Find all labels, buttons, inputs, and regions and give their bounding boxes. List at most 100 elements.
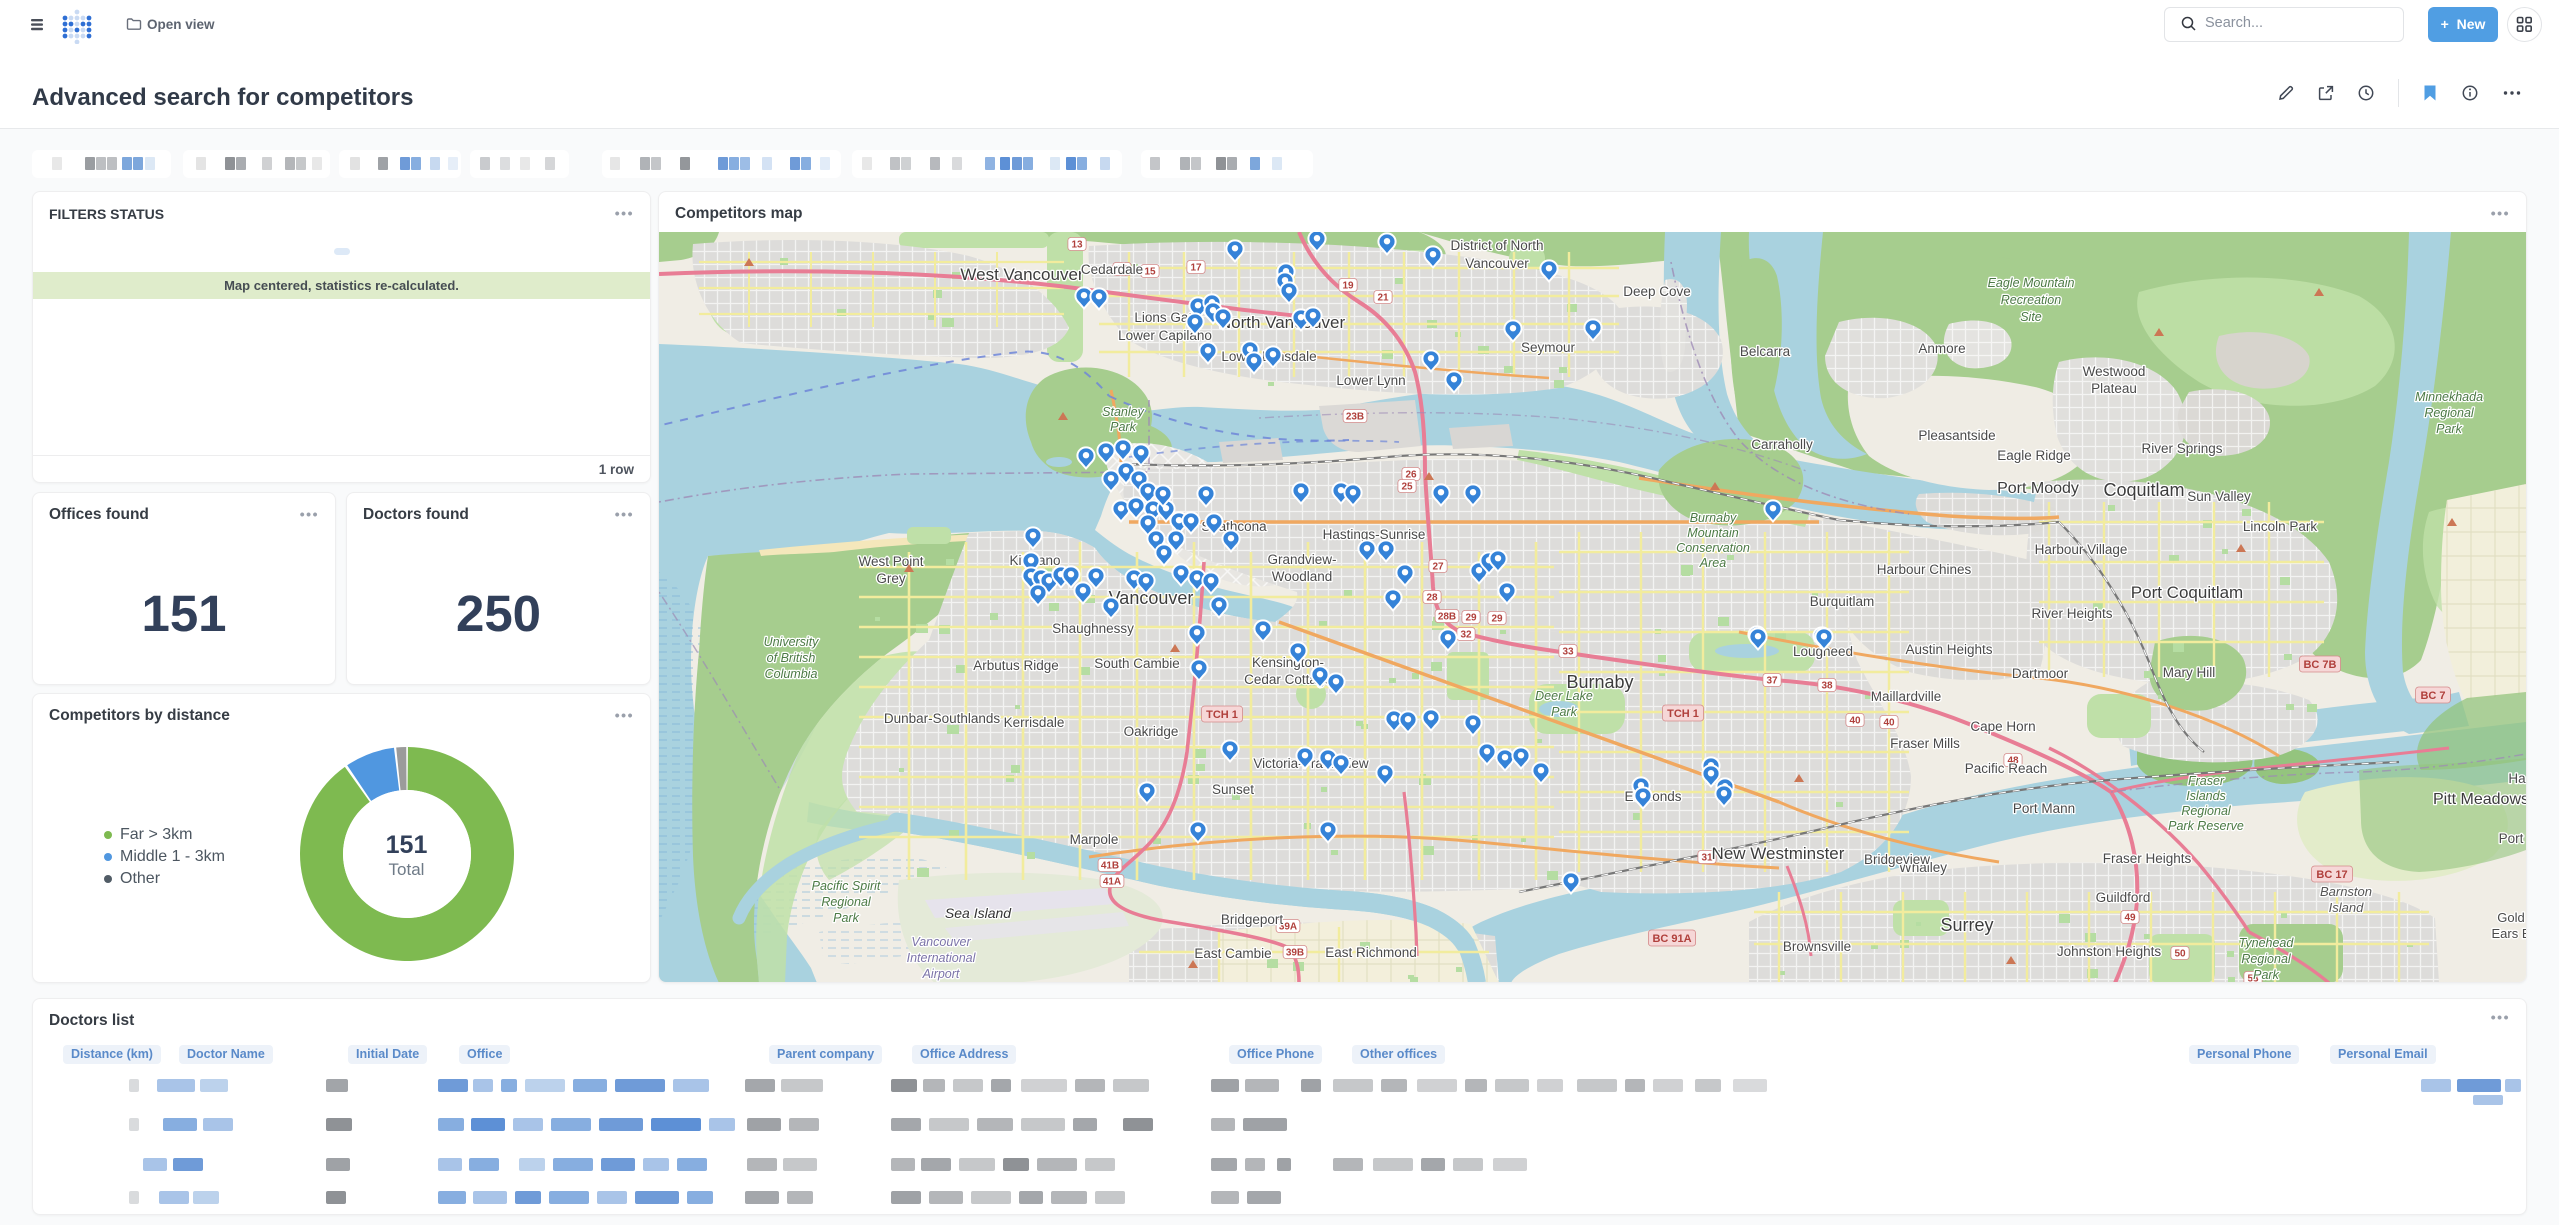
svg-text:Westwood: Westwood [2083,364,2146,379]
svg-text:Pacific Reach: Pacific Reach [1965,761,2048,776]
svg-text:26: 26 [1405,470,1417,481]
svg-text:Kerrisdale: Kerrisdale [1004,715,1065,730]
svg-text:Hastings-Sunrise: Hastings-Sunrise [1323,527,1426,542]
svg-text:BC 91A: BC 91A [1652,933,1691,945]
svg-text:Vancouver: Vancouver [911,935,971,949]
svg-text:Eagle Ridge: Eagle Ridge [1997,448,2071,463]
svg-text:Regional: Regional [2241,952,2292,966]
svg-text:District of North: District of North [1450,238,1543,253]
svg-text:32: 32 [1460,630,1472,641]
svg-text:Fraser Heights: Fraser Heights [2103,851,2192,866]
svg-text:Recreation: Recreation [2001,293,2061,307]
svg-text:Tynehead: Tynehead [2239,936,2295,950]
svg-text:Bridgeview: Bridgeview [1864,852,1930,867]
svg-text:Dunbar-Southlands: Dunbar-Southlands [884,711,1001,726]
svg-text:Harbour Chines: Harbour Chines [1877,562,1972,577]
svg-text:Ha: Ha [2508,771,2526,786]
svg-text:29: 29 [1465,613,1477,624]
svg-text:Deep Cove: Deep Cove [1623,284,1691,299]
svg-text:Islands: Islands [2186,789,2226,803]
svg-text:Seymour: Seymour [1521,340,1576,355]
svg-text:Shaughnessy: Shaughnessy [1052,621,1134,636]
svg-text:50: 50 [2174,949,2186,960]
svg-text:38: 38 [1821,681,1833,692]
svg-text:Park: Park [1551,705,1577,719]
svg-text:37: 37 [1766,676,1778,687]
svg-text:TCH 1: TCH 1 [1206,709,1238,721]
svg-text:49: 49 [2124,913,2136,924]
svg-text:Edmonds: Edmonds [1624,789,1681,804]
svg-text:29: 29 [1491,614,1503,625]
svg-text:Park: Park [1110,420,1136,434]
svg-text:Guildford: Guildford [2096,890,2151,905]
svg-text:Sunset: Sunset [1212,782,1254,797]
svg-text:40: 40 [1883,718,1895,729]
svg-text:Harbour Village: Harbour Village [2035,542,2128,557]
svg-text:Belcarra: Belcarra [1740,344,1791,359]
svg-text:19: 19 [1342,281,1354,292]
svg-text:Surrey: Surrey [1940,915,1993,935]
svg-text:South Cambie: South Cambie [1094,656,1180,671]
svg-text:Site: Site [2020,310,2042,324]
svg-text:TCH 1: TCH 1 [1667,708,1699,720]
svg-text:Conservation: Conservation [1676,541,1750,555]
svg-text:Stanley: Stanley [1102,405,1144,419]
svg-text:Park: Park [833,911,859,925]
svg-text:Gold: Gold [2497,910,2524,925]
svg-text:33: 33 [1562,647,1574,658]
svg-text:East Cambie: East Cambie [1194,946,1271,961]
svg-text:Port Mann: Port Mann [2013,801,2075,816]
svg-text:27: 27 [1432,562,1444,573]
svg-text:BC 17: BC 17 [2316,869,2347,881]
svg-text:Cape Horn: Cape Horn [1970,719,2035,734]
svg-text:Park: Park [2436,422,2462,436]
svg-text:Regional: Regional [2424,406,2475,420]
svg-text:Lincoln Park: Lincoln Park [2243,519,2318,534]
svg-text:Woodland: Woodland [1272,569,1333,584]
svg-text:Park Reserve: Park Reserve [2168,819,2244,833]
svg-text:Mary Hill: Mary Hill [2163,665,2216,680]
svg-text:41A: 41A [1103,877,1121,888]
svg-text:Park: Park [2253,968,2279,982]
svg-text:Burquitlam: Burquitlam [1810,594,1875,609]
svg-text:17: 17 [1190,263,1202,274]
svg-text:Arbutus Ridge: Arbutus Ridge [973,658,1059,673]
svg-text:Pacific Spirit: Pacific Spirit [812,879,881,893]
svg-text:Minnekhada: Minnekhada [2415,390,2483,404]
svg-text:of British: of British [767,651,816,665]
svg-text:Grandview-: Grandview- [1267,552,1336,567]
svg-text:Johnston Heights: Johnston Heights [2057,944,2162,959]
svg-text:23B: 23B [1346,412,1364,423]
svg-text:River Springs: River Springs [2141,441,2222,456]
svg-text:41B: 41B [1101,861,1119,872]
svg-text:BC 7: BC 7 [2420,690,2445,702]
svg-text:Eagle Mountain: Eagle Mountain [1988,276,2075,290]
svg-text:Dartmoor: Dartmoor [2012,666,2069,681]
svg-text:Anmore: Anmore [1918,341,1965,356]
svg-text:West Vancouver: West Vancouver [960,265,1083,284]
svg-text:Port Coquitlam: Port Coquitlam [2131,583,2243,602]
svg-text:Brownsville: Brownsville [1783,939,1851,954]
svg-text:West Point: West Point [858,554,923,569]
svg-text:Carraholly: Carraholly [1751,437,1813,452]
svg-text:28: 28 [1426,593,1438,604]
svg-text:Oakridge: Oakridge [1124,724,1179,739]
svg-text:Maillardville: Maillardville [1871,689,1942,704]
svg-text:Barnston: Barnston [2320,884,2372,899]
svg-text:25: 25 [1401,482,1413,493]
svg-text:Area: Area [1699,556,1726,570]
svg-text:Pleasantside: Pleasantside [1918,428,1995,443]
svg-text:BC 7B: BC 7B [2303,659,2336,671]
svg-text:28B: 28B [1438,612,1456,623]
svg-text:Lower Lynn: Lower Lynn [1336,373,1405,388]
svg-text:River Heights: River Heights [2031,606,2112,621]
svg-text:Sea Island: Sea Island [945,905,1012,921]
svg-text:Kensington-: Kensington- [1252,655,1324,670]
svg-text:Coquitlam: Coquitlam [2103,480,2184,500]
svg-text:Grey: Grey [876,571,906,586]
svg-text:Plateau: Plateau [2091,381,2137,396]
svg-text:13: 13 [1071,240,1083,251]
svg-text:21: 21 [1377,293,1389,304]
svg-text:Regional: Regional [821,895,872,909]
svg-text:Ears B: Ears B [2491,926,2526,941]
